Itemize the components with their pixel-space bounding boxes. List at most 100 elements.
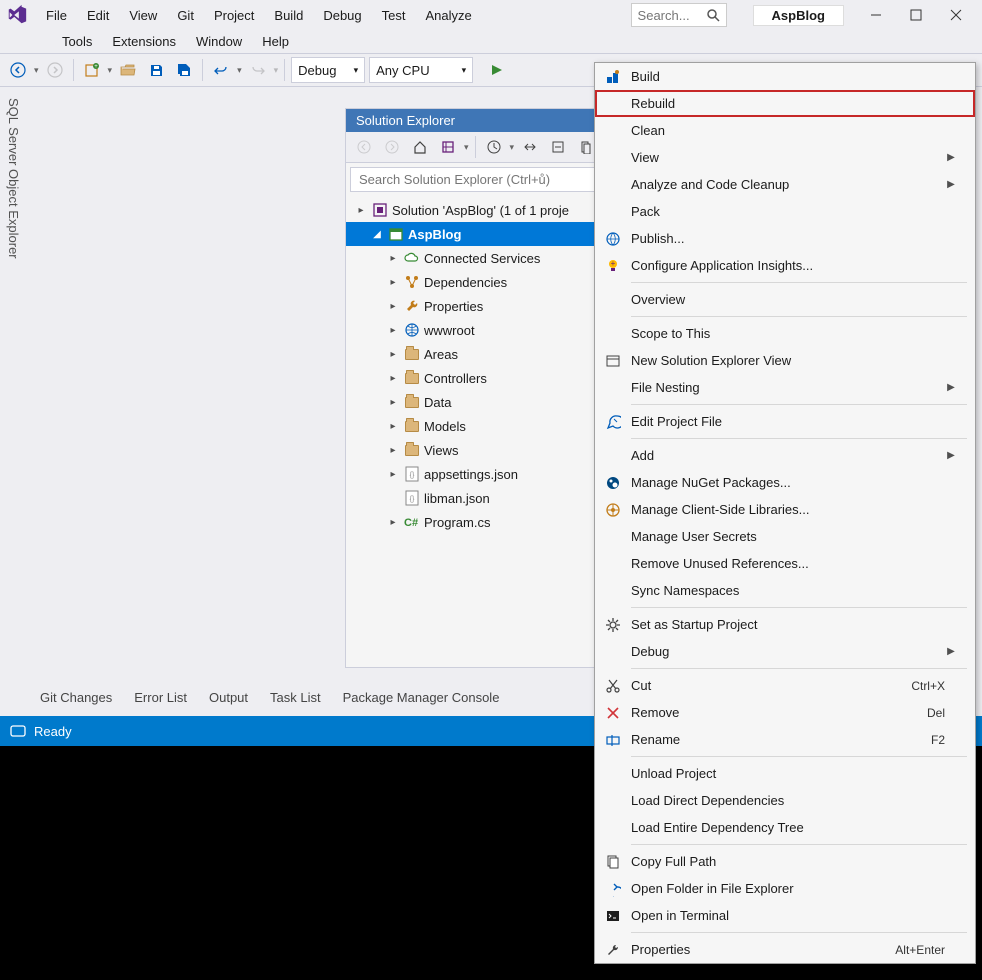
start-button[interactable] <box>485 58 509 82</box>
context-menu-item[interactable]: New Solution Explorer View <box>595 347 975 374</box>
expand-arrow-icon[interactable]: ▸ <box>386 421 400 432</box>
se-forward-button[interactable] <box>380 135 404 159</box>
context-menu-item[interactable]: Load Direct Dependencies <box>595 787 975 814</box>
expand-arrow-icon[interactable]: ▸ <box>386 301 400 312</box>
context-menu-item[interactable]: Copy Full Path <box>595 848 975 875</box>
context-menu-item[interactable]: Debug▶ <box>595 638 975 665</box>
tree-label: Models <box>424 419 466 434</box>
nav-forward-button[interactable] <box>43 58 67 82</box>
bottom-tab[interactable]: Task List <box>260 686 331 709</box>
context-menu-item[interactable]: Clean <box>595 117 975 144</box>
context-menu-item[interactable]: Manage Client-Side Libraries... <box>595 496 975 523</box>
cut-icon <box>595 678 631 694</box>
se-collapse-all-button[interactable] <box>546 135 570 159</box>
menu-extensions[interactable]: Extensions <box>102 30 186 53</box>
context-menu-item[interactable]: Build <box>595 63 975 90</box>
context-menu-item[interactable]: Overview <box>595 286 975 313</box>
se-pending-changes-button[interactable] <box>482 135 506 159</box>
context-menu-item[interactable]: Analyze and Code Cleanup▶ <box>595 171 975 198</box>
tree-label: Connected Services <box>424 251 540 266</box>
platform-combo[interactable]: Any CPU▾ <box>369 57 473 83</box>
menu-git[interactable]: Git <box>167 4 204 27</box>
minimize-icon[interactable] <box>870 9 882 21</box>
redo-button[interactable] <box>246 58 270 82</box>
menu-view[interactable]: View <box>119 4 167 27</box>
context-menu-item[interactable]: CutCtrl+X <box>595 672 975 699</box>
menubar: FileEditViewGitProjectBuildDebugTestAnal… <box>36 4 623 27</box>
bottom-tab[interactable]: Output <box>199 686 258 709</box>
undo-button[interactable] <box>209 58 233 82</box>
menu-project[interactable]: Project <box>204 4 264 27</box>
open-button[interactable] <box>116 58 140 82</box>
expand-arrow-icon[interactable]: ▸ <box>386 517 400 528</box>
context-menu-item[interactable]: Open Folder in File Explorer <box>595 875 975 902</box>
expand-arrow-icon[interactable]: ▸ <box>386 325 400 336</box>
context-menu-label: Edit Project File <box>631 414 945 429</box>
context-menu-item[interactable]: Scope to This <box>595 320 975 347</box>
expand-arrow-icon[interactable]: ▸ <box>386 397 400 408</box>
context-menu-item[interactable]: Pack <box>595 198 975 225</box>
context-menu-item[interactable]: Sync Namespaces <box>595 577 975 604</box>
context-menu-item[interactable]: Rebuild <box>595 90 975 117</box>
context-menu-item[interactable]: Publish... <box>595 225 975 252</box>
search-icon <box>706 8 720 22</box>
node-icon <box>404 418 420 434</box>
expand-arrow-icon[interactable]: ▸ <box>386 349 400 360</box>
new-project-button[interactable]: + <box>80 58 104 82</box>
menu-tools[interactable]: Tools <box>52 30 102 53</box>
config-combo[interactable]: Debug▾ <box>291 57 365 83</box>
menu-edit[interactable]: Edit <box>77 4 119 27</box>
expand-arrow-icon[interactable]: ◢ <box>370 229 384 240</box>
se-sync-button[interactable] <box>518 135 542 159</box>
context-menu-item[interactable]: Remove Unused References... <box>595 550 975 577</box>
expand-arrow-icon[interactable]: ▸ <box>386 253 400 264</box>
expand-arrow-icon[interactable]: ▸ <box>386 469 400 480</box>
context-menu-label: Scope to This <box>631 326 945 341</box>
tree-label: Data <box>424 395 451 410</box>
close-icon[interactable] <box>950 9 962 21</box>
sql-explorer-tab[interactable]: SQL Server Object Explorer <box>4 94 23 263</box>
context-menu-label: Pack <box>631 204 945 219</box>
context-menu-item[interactable]: Unload Project <box>595 760 975 787</box>
menu-file[interactable]: File <box>36 4 77 27</box>
svg-text:{}: {} <box>410 496 415 503</box>
context-menu-item[interactable]: Add▶ <box>595 442 975 469</box>
nav-back-button[interactable] <box>6 58 30 82</box>
expand-arrow-icon[interactable]: ▸ <box>354 205 368 216</box>
context-menu-item[interactable]: Edit Project File <box>595 408 975 435</box>
context-menu-item[interactable]: View▶ <box>595 144 975 171</box>
se-back-button[interactable] <box>352 135 376 159</box>
context-menu-label: Manage User Secrets <box>631 529 945 544</box>
expand-arrow-icon[interactable]: ▸ <box>386 445 400 456</box>
context-menu-item[interactable]: Manage NuGet Packages... <box>595 469 975 496</box>
se-home-button[interactable] <box>408 135 432 159</box>
expand-arrow-icon[interactable]: ▸ <box>386 373 400 384</box>
search-box[interactable]: Search... <box>631 3 727 27</box>
context-menu-item[interactable]: Manage User Secrets <box>595 523 975 550</box>
menu-debug[interactable]: Debug <box>313 4 371 27</box>
se-switch-views-button[interactable] <box>436 135 460 159</box>
menu-build[interactable]: Build <box>264 4 313 27</box>
context-menu-item[interactable]: RemoveDel <box>595 699 975 726</box>
expand-arrow-icon[interactable]: ▸ <box>386 277 400 288</box>
context-menu-item[interactable]: Open in Terminal <box>595 902 975 929</box>
context-menu-item[interactable]: RenameF2 <box>595 726 975 753</box>
menu-analyze[interactable]: Analyze <box>415 4 481 27</box>
context-menu-item[interactable]: PropertiesAlt+Enter <box>595 936 975 963</box>
status-text: Ready <box>34 724 72 739</box>
context-menu-separator <box>631 607 967 608</box>
bottom-tab[interactable]: Git Changes <box>30 686 122 709</box>
save-button[interactable] <box>144 58 168 82</box>
menu-window[interactable]: Window <box>186 30 252 53</box>
menu-help[interactable]: Help <box>252 30 299 53</box>
context-menu-label: File Nesting <box>631 380 945 395</box>
maximize-icon[interactable] <box>910 9 922 21</box>
bottom-tab[interactable]: Package Manager Console <box>333 686 510 709</box>
context-menu-item[interactable]: Load Entire Dependency Tree <box>595 814 975 841</box>
bottom-tab[interactable]: Error List <box>124 686 197 709</box>
context-menu-item[interactable]: File Nesting▶ <box>595 374 975 401</box>
context-menu-item[interactable]: Set as Startup Project <box>595 611 975 638</box>
menu-test[interactable]: Test <box>372 4 416 27</box>
context-menu-item[interactable]: +Configure Application Insights... <box>595 252 975 279</box>
save-all-button[interactable] <box>172 58 196 82</box>
